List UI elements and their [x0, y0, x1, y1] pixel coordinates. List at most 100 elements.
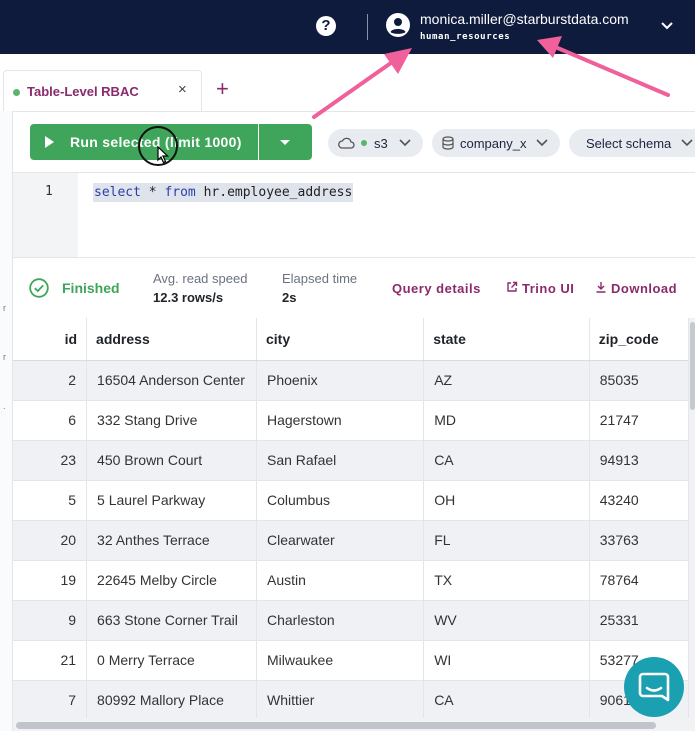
cell-address[interactable]: 0 Merry Terrace [86, 640, 257, 681]
cell-zip-code[interactable]: 43240 [589, 480, 689, 521]
line-number-gutter: 1 [13, 173, 78, 257]
cell-id[interactable]: 2 [13, 360, 88, 401]
trino-ui-link[interactable]: Trino UI [507, 281, 574, 296]
vertical-scrollbar-thumb[interactable] [690, 322, 695, 410]
chat-bubble-icon [638, 672, 670, 702]
elapsed-time-label: Elapsed time [282, 271, 358, 286]
cell-id[interactable]: 7 [13, 680, 88, 718]
mouse-cursor-icon [157, 146, 169, 164]
cell-zip-code[interactable]: 21747 [589, 400, 689, 441]
chevron-down-icon [536, 139, 548, 147]
elapsed-time-value: 2s [282, 290, 297, 305]
table-row[interactable]: 55 Laurel Parkway Columbus OH 43240 [13, 480, 689, 521]
cell-zip-code[interactable]: 78764 [589, 560, 689, 601]
header-divider [367, 14, 368, 40]
table-row[interactable]: 20 32 Anthes Terrace Clearwater FL 33763 [13, 520, 689, 561]
cell-zip-code[interactable]: 33763 [589, 520, 689, 561]
column-header-city[interactable]: city [256, 318, 425, 361]
chevron-down-icon [280, 140, 290, 145]
cell-id[interactable]: 6 [13, 400, 88, 441]
schema-selector[interactable]: Select schema [569, 129, 695, 157]
cell-city[interactable]: Phoenix [256, 360, 425, 401]
panel-edge-fragment: r [3, 303, 6, 313]
cell-zip-code[interactable]: 25331 [589, 600, 689, 641]
column-header-address[interactable]: address [86, 318, 257, 361]
results-table-container[interactable]: id address city state zip_code 2 16504 An… [13, 318, 689, 718]
column-header-id[interactable]: id [13, 318, 88, 361]
cell-state[interactable]: AZ [423, 360, 590, 401]
query-details-link[interactable]: Query details [392, 281, 481, 296]
database-selector[interactable]: company_x [432, 129, 560, 157]
horizontal-scrollbar-thumb[interactable] [16, 722, 656, 729]
catalog-selector[interactable]: s3 [328, 129, 423, 157]
sql-query-text[interactable]: select * from hr.employee_address [93, 183, 354, 202]
sql-editor[interactable]: 1 select * from hr.employee_address [13, 172, 695, 258]
chevron-down-icon[interactable] [660, 19, 674, 33]
table-row[interactable]: 2 16504 Anderson Center Phoenix AZ 85035 [13, 360, 689, 401]
table-row[interactable]: 9 663 Stone Corner Trail Charleston WV 25331 [13, 600, 689, 641]
chevron-down-icon [681, 139, 693, 147]
cell-id[interactable]: 9 [13, 600, 88, 641]
cell-id[interactable]: 20 [13, 520, 88, 561]
cell-id[interactable]: 19 [13, 560, 88, 601]
user-role[interactable]: human_resources [420, 32, 510, 42]
cell-city[interactable]: Clearwater [256, 520, 425, 561]
cell-address[interactable]: 450 Brown Court [86, 440, 257, 481]
cell-city[interactable]: San Rafael [256, 440, 425, 481]
sql-keyword-select: select [94, 185, 141, 200]
cell-address[interactable]: 80992 Mallory Place [86, 680, 257, 718]
cell-city[interactable]: Austin [256, 560, 425, 601]
column-header-zip-code[interactable]: zip_code [589, 318, 689, 361]
cell-state[interactable]: FL [423, 520, 590, 561]
table-row[interactable]: 23 450 Brown Court San Rafael CA 94913 [13, 440, 689, 481]
table-row[interactable]: 6 332 Stang Drive Hagerstown MD 21747 [13, 400, 689, 441]
cell-address[interactable]: 663 Stone Corner Trail [86, 600, 257, 641]
cell-city[interactable]: Whittier [256, 680, 425, 718]
cell-address[interactable]: 32 Anthes Terrace [86, 520, 257, 561]
tab-table-level-rbac[interactable]: Table-Level RBAC × [3, 70, 202, 111]
table-row[interactable]: 21 0 Merry Terrace Milwaukee WI 53277 [13, 640, 689, 681]
cell-id[interactable]: 23 [13, 440, 88, 481]
cell-state[interactable]: OH [423, 480, 590, 521]
play-icon [45, 136, 54, 148]
user-email[interactable]: monica.miller@starburstdata.com [420, 11, 629, 27]
left-panel-edge: r r . [0, 111, 13, 731]
results-table: id address city state zip_code 2 16504 An… [13, 318, 689, 718]
cell-state[interactable]: CA [423, 440, 590, 481]
cell-address[interactable]: 22645 Melby Circle [86, 560, 257, 601]
editor-tab-bar: Table-Level RBAC × + [0, 54, 695, 112]
chat-support-button[interactable] [624, 657, 684, 717]
cell-city[interactable]: Milwaukee [256, 640, 425, 681]
column-header-state[interactable]: state [423, 318, 590, 361]
sql-table-name: hr.employee_address [195, 185, 353, 200]
query-status-bar: Finished Avg. read speed 12.3 rows/s Ela… [13, 265, 695, 317]
cell-state[interactable]: WV [423, 600, 590, 641]
download-link[interactable]: Download [596, 281, 677, 296]
cloud-icon [338, 137, 355, 149]
cell-city[interactable]: Hagerstown [256, 400, 425, 441]
close-icon[interactable]: × [178, 81, 187, 98]
cell-address[interactable]: 332 Stang Drive [86, 400, 257, 441]
cell-zip-code[interactable]: 94913 [589, 440, 689, 481]
panel-edge-fragment: . [3, 401, 6, 411]
cell-zip-code[interactable]: 85035 [589, 360, 689, 401]
cell-address[interactable]: 5 Laurel Parkway [86, 480, 257, 521]
query-status: Finished [62, 280, 120, 296]
cell-state[interactable]: CA [423, 680, 590, 718]
cell-city[interactable]: Charleston [256, 600, 425, 641]
cell-state[interactable]: TX [423, 560, 590, 601]
cell-city[interactable]: Columbus [256, 480, 425, 521]
cell-id[interactable]: 5 [13, 480, 88, 521]
add-tab-button[interactable]: + [216, 78, 229, 100]
cell-state[interactable]: WI [423, 640, 590, 681]
table-row[interactable]: 19 22645 Melby Circle Austin TX 78764 [13, 560, 689, 601]
connection-status-dot [361, 140, 367, 146]
cell-id[interactable]: 21 [13, 640, 88, 681]
run-options-dropdown[interactable] [259, 124, 312, 160]
cell-address[interactable]: 16504 Anderson Center [86, 360, 257, 401]
table-header-row: id address city state zip_code [13, 318, 689, 361]
table-row[interactable]: 7 80992 Mallory Place Whittier CA 90610 [13, 680, 689, 718]
cell-state[interactable]: MD [423, 400, 590, 441]
account-circle-icon[interactable] [386, 13, 410, 37]
help-icon[interactable]: ? [316, 16, 336, 36]
